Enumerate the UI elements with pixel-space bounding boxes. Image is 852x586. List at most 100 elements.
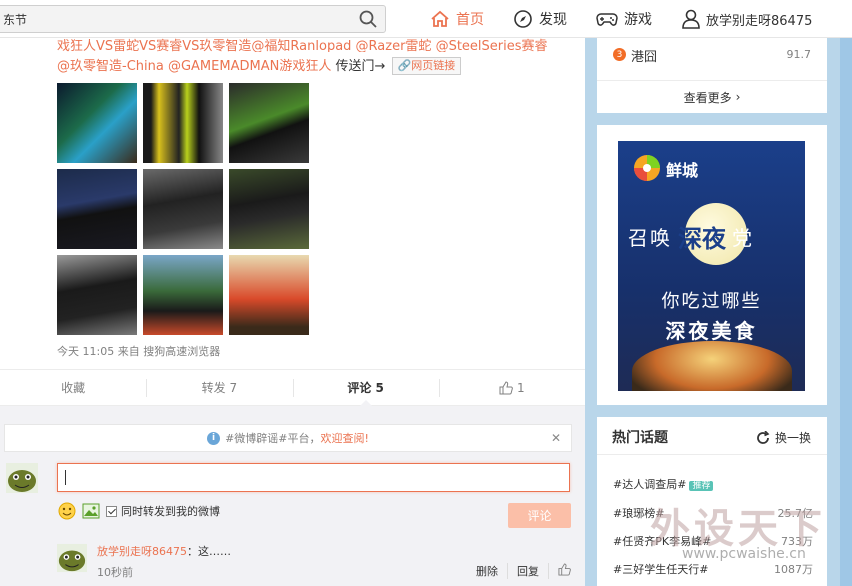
nav-game[interactable]: 游戏 [596, 7, 652, 31]
post-image[interactable] [57, 83, 137, 163]
refresh-label: 换一换 [774, 431, 811, 445]
hot-search-item[interactable]: 港囧 [631, 46, 657, 65]
ad-line1-end: 党 [732, 226, 752, 250]
ad-banner[interactable]: 鲜城 召唤 深夜 党 你吃过哪些 深夜美食 [618, 141, 805, 391]
see-more-link[interactable]: 查看更多 › [597, 80, 827, 113]
user-icon [682, 9, 700, 29]
comment-input[interactable] [57, 463, 570, 492]
nav-user-label: 放学别走呀86475 [706, 13, 813, 29]
post-image[interactable] [229, 83, 309, 163]
topic-name: #琅琊榜# [613, 507, 665, 520]
ad-food-bowl [632, 341, 792, 391]
post-image[interactable] [229, 255, 309, 335]
repost-label: 同时转发到我的微博 [121, 505, 220, 518]
home-icon [431, 10, 449, 27]
chevron-right-icon: › [735, 90, 741, 104]
mention-link[interactable]: @玖零智造-China [57, 59, 164, 74]
refresh-icon [757, 430, 770, 444]
nav-home-label: 首页 [456, 12, 484, 28]
topic-item[interactable]: #达人调查局# 推荐 [613, 476, 813, 492]
close-icon[interactable]: ✕ [551, 431, 561, 445]
ad-headline: 召唤 深夜 党 [628, 219, 798, 254]
rank-badge: 3 [613, 48, 626, 61]
page-side-strip [840, 38, 852, 586]
nav-discover[interactable]: 发现 [513, 7, 567, 31]
comment-username[interactable]: 放学别走呀86475 [97, 545, 187, 558]
topic-item[interactable]: #三好学生任天行# 1087万 [613, 561, 813, 577]
refresh-button[interactable]: 换一换 [756, 429, 811, 446]
notice-link[interactable]: 欢迎查阅! [321, 430, 369, 446]
post-image[interactable] [143, 83, 223, 163]
info-icon: i [207, 431, 221, 445]
hot-search-panel: 3 港囧 91.7 查看更多 › [597, 36, 827, 113]
recommend-badge: 推荐 [689, 481, 714, 491]
emoji-icon[interactable] [58, 502, 76, 520]
comment-text: ：这…… [187, 545, 231, 558]
image-grid [57, 83, 317, 335]
web-link-label: 网页链接 [411, 59, 456, 72]
post-image[interactable] [143, 255, 223, 335]
ad-line3: 深夜美食 [665, 319, 758, 343]
link-lead: 传送门→ [335, 59, 386, 74]
see-more-label: 查看更多 [683, 90, 732, 105]
topic-name: #任贤齐PK李易峰# [613, 535, 712, 548]
topic-name: #达人调查局# [613, 478, 687, 491]
gamepad-icon [596, 13, 618, 26]
search-box [0, 5, 386, 33]
repost-checkbox[interactable] [106, 505, 117, 517]
notice-tag[interactable]: #微博辟谣#平台， [225, 430, 320, 446]
topic-value: 733万 [781, 535, 813, 548]
reply-button[interactable]: 回复 [507, 563, 548, 579]
nav-home[interactable]: 首页 [430, 7, 484, 31]
post-image[interactable] [57, 255, 137, 335]
post-text-line2: @玖零智造-China @GAMEMADMAN游戏狂人 传送门→ 🔗网页链接 [57, 57, 462, 77]
ad-panel: 鲜城 召唤 深夜 党 你吃过哪些 深夜美食 [597, 125, 827, 405]
link-icon: 🔗 [397, 59, 412, 72]
favorite-button[interactable]: 收藏 [0, 370, 146, 405]
delete-button[interactable]: 删除 [467, 563, 507, 579]
nav-discover-label: 发现 [539, 12, 567, 28]
comment-like-button[interactable] [548, 563, 580, 579]
post-text-line1: 戏狂人VS雷蛇VS赛睿VS玖零智造@福知Ranlopad @Razer雷蛇 @S… [57, 36, 577, 52]
post-image[interactable] [143, 169, 223, 249]
top-navigation: 首页 发现 游戏 放学别走呀86475 [0, 0, 852, 38]
topic-name: #三好学生任天行# [613, 563, 709, 576]
compass-icon [514, 10, 532, 28]
post-image[interactable] [229, 169, 309, 249]
search-icon[interactable] [359, 10, 377, 28]
mention-link[interactable]: @GAMEMADMAN游戏狂人 [168, 59, 331, 74]
divider [597, 454, 827, 455]
post-actions: 收藏 转发 7 评论 5 1 [0, 369, 585, 406]
like-button[interactable]: 1 [438, 370, 585, 405]
thumbs-up-icon [499, 380, 513, 394]
topic-value: 25.7亿 [777, 507, 814, 520]
brand-logo-icon [634, 155, 660, 181]
hot-search-value: 91.7 [786, 48, 812, 61]
post-meta: 今天 11:05 来自 搜狗高速浏览器 [57, 345, 221, 358]
post-image[interactable] [57, 169, 137, 249]
feed-card: 戏狂人VS雷蛇VS赛睿VS玖零智造@福知Ranlopad @Razer雷蛇 @S… [0, 0, 585, 586]
submit-comment-button[interactable]: 评论 [508, 503, 571, 528]
comment-tab[interactable]: 评论 5 [292, 370, 439, 406]
comment-tools: 同时转发到我的微博 [58, 502, 220, 520]
comment-content: 放学别走呀86475：这…… [97, 543, 231, 559]
hot-topics-title: 热门话题 [612, 430, 668, 446]
comment-time: 10秒前 [97, 566, 133, 579]
web-link-button[interactable]: 🔗网页链接 [391, 57, 462, 75]
ad-line1: 召唤 [628, 226, 672, 250]
topic-value: 1087万 [774, 563, 813, 576]
topic-item[interactable]: #琅琊榜# 25.7亿 [613, 505, 813, 521]
like-count: 1 [517, 380, 525, 395]
post-mentions[interactable]: 戏狂人VS雷蛇VS赛睿VS玖零智造@福知Ranlopad @Razer雷蛇 @S… [57, 39, 548, 52]
image-icon[interactable] [82, 503, 100, 519]
text-caret [65, 470, 66, 485]
search-input[interactable] [0, 6, 345, 32]
nav-user[interactable]: 放学别走呀86475 [682, 7, 812, 31]
topic-item[interactable]: #任贤齐PK李易峰# 733万 [613, 533, 813, 549]
comment-avatar[interactable] [57, 543, 87, 573]
nav-game-label: 游戏 [624, 12, 652, 28]
ad-line2: 你吃过哪些 [661, 291, 762, 312]
ad-brand: 鲜城 [666, 161, 699, 180]
repost-button[interactable]: 转发 7 [146, 370, 292, 405]
avatar[interactable] [6, 463, 38, 493]
